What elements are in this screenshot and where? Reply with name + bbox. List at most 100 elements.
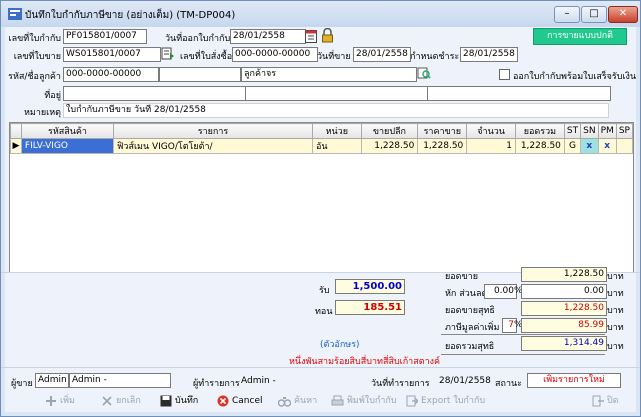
grid-indicator-header xyxy=(10,123,22,139)
printer-icon xyxy=(331,395,344,405)
seller-code-field[interactable]: Admin xyxy=(35,373,69,388)
received-field[interactable]: 1,500.00 xyxy=(335,279,405,294)
cell-st[interactable]: G xyxy=(563,138,582,154)
note-field[interactable]: ใบกำกับภาษีขาย วันที่ 28/01/2558 xyxy=(63,103,609,118)
export-invoice-button[interactable]: Export ใบกำกับ xyxy=(406,392,485,410)
close-button[interactable]: ปิด xyxy=(592,392,619,410)
print-with-receipt-label: ออกใบกำกับพร้อมใบเสร็จรับเงิน xyxy=(513,72,637,82)
invoice-no-field[interactable]: PF015801/0007 xyxy=(63,29,147,44)
save-button[interactable]: บันทึก xyxy=(160,392,198,410)
print-invoice-button[interactable]: พิมพ์ใบกำกับ xyxy=(331,392,397,410)
sale-date-field[interactable]: 28/01/2558 xyxy=(353,47,411,62)
column-header[interactable]: ขายปลีก xyxy=(360,123,419,139)
binoculars-icon xyxy=(278,396,291,407)
change-label: ทอน xyxy=(315,307,333,317)
address-field-2[interactable] xyxy=(245,86,429,101)
cell-pm[interactable]: x xyxy=(597,138,617,154)
customer-label: รหัส/ชื่อลูกค้า xyxy=(8,72,61,82)
customer-code-field[interactable]: 000-0000-00000 xyxy=(63,67,159,82)
minimize-icon[interactable]: – xyxy=(554,6,580,23)
main-window: บันทึกใบกำกับภาษีขาย (อย่างเต็ม) (TM-DP0… xyxy=(0,0,641,417)
cell-sn[interactable]: x xyxy=(580,138,599,154)
column-header[interactable]: SP xyxy=(615,123,633,139)
item-grid[interactable]: รหัสสินค้า รายการ หน่วย ขายปลีก ราคาขาย … xyxy=(9,122,634,273)
order-no-field[interactable]: 000-0000-00000 xyxy=(232,47,318,62)
change-field: 185.51 xyxy=(335,300,405,315)
address-field-1[interactable] xyxy=(63,86,247,101)
lock-icon[interactable] xyxy=(321,28,334,43)
column-header[interactable]: หน่วย xyxy=(312,123,362,139)
print-with-receipt-checkbox[interactable] xyxy=(499,69,510,80)
discount-field[interactable]: 0.00 xyxy=(521,284,607,299)
cell-sp[interactable] xyxy=(615,138,633,154)
search-button[interactable]: ค้นหา xyxy=(278,392,317,410)
export-icon xyxy=(406,395,418,406)
sale-no-label: เลขที่ใบขาย xyxy=(13,52,61,62)
currency-label: บาท xyxy=(607,306,624,316)
cell-qty[interactable]: 1 xyxy=(466,138,516,154)
add-icon xyxy=(46,395,56,406)
issue-date-field[interactable]: 28/01/2558 xyxy=(230,29,306,44)
note-label: หมายเหตุ xyxy=(23,108,61,118)
grand-total-field: 1,314.49 xyxy=(521,336,607,351)
column-header[interactable]: ราคาขาย xyxy=(417,123,468,139)
due-date-label: กำหนดชำระ xyxy=(410,52,460,62)
customer-name-field[interactable]: ลูกค้าจร xyxy=(241,67,417,82)
sale-date-label: วันที่ขาย xyxy=(317,52,351,62)
currency-label: บาท xyxy=(607,272,624,282)
amount-text: หนึ่งพันสามร้อยสิบสี่บาทสี่สิบเก้าสตางค์ xyxy=(289,357,441,367)
customer-extra-field[interactable] xyxy=(159,67,241,82)
due-date-field[interactable]: 28/01/2558 xyxy=(460,47,518,62)
customer-search-icon[interactable] xyxy=(417,66,431,80)
cell-desc[interactable]: ฟิวส์เมน VIGO/โตโยต้า/ xyxy=(113,138,313,154)
cancel-item-button[interactable]: ยกเลิก xyxy=(101,392,141,410)
cell-code[interactable]: FILV-VIGO xyxy=(20,138,115,154)
order-no-label: เลขที่ใบสั่งซื้อ xyxy=(180,52,233,62)
net-field: 1,228.50 xyxy=(521,301,607,316)
seller-name-field[interactable]: Admin - xyxy=(69,373,171,388)
discount-pct-field[interactable]: 0.00 xyxy=(484,284,517,299)
cell-price[interactable]: 1,228.50 xyxy=(417,138,468,154)
calendar-icon[interactable] xyxy=(305,29,317,43)
received-label: รับ xyxy=(319,286,330,296)
sale-no-field[interactable]: WS015801/0007 xyxy=(63,47,161,62)
maximize-icon[interactable]: □ xyxy=(581,6,607,23)
total-divider-bottom xyxy=(441,354,605,355)
currency-label: บาท xyxy=(607,289,624,299)
window-title: บันทึกใบกำกับภาษีขาย (อย่างเต็ม) (TM-DP0… xyxy=(25,10,236,21)
column-header[interactable]: จำนวน xyxy=(466,123,516,139)
title-bar: บันทึกใบกำกับภาษีขาย (อย่างเต็ม) (TM-DP0… xyxy=(1,1,640,27)
status-label: สถานะ xyxy=(495,379,522,389)
invoice-no-label: เลขที่ใบกำกับ xyxy=(8,34,61,44)
net-label: ยอดขายสุทธิ xyxy=(445,306,495,316)
add-button[interactable]: เพิ่ม xyxy=(45,392,75,410)
column-header[interactable]: PM xyxy=(597,123,617,139)
x-icon xyxy=(102,395,112,406)
sale-type-button[interactable]: การขายแบบปกติ xyxy=(533,28,627,45)
row-pointer-icon: ▶ xyxy=(10,138,22,154)
cell-retail[interactable]: 1,228.50 xyxy=(360,138,419,154)
grand-total-label: ยอดรวมสุทธิ xyxy=(445,342,495,352)
operator-value: Admin - xyxy=(241,376,276,386)
table-row[interactable]: ▶ FILV-VIGO ฟิวส์เมน VIGO/โตโยต้า/ อัน 1… xyxy=(10,138,633,154)
vat-label: ภาษีมูลค่าเพิ่ม xyxy=(445,323,500,333)
issue-date-label: วันที่ออกใบกำกับ xyxy=(165,34,231,44)
cell-unit[interactable]: อัน xyxy=(312,138,362,154)
cancel-icon xyxy=(217,395,229,406)
column-header[interactable]: SN xyxy=(580,123,599,139)
cell-total[interactable]: 1,228.50 xyxy=(514,138,565,154)
column-header[interactable]: ST xyxy=(563,123,582,139)
lookup-icon[interactable] xyxy=(161,47,175,60)
column-header[interactable]: ยอดรวม xyxy=(514,123,565,139)
footer-divider xyxy=(1,367,640,368)
discount-label: หัก ส่วนลด xyxy=(445,289,488,299)
currency-label: บาท xyxy=(607,342,624,352)
amount-text-label: (ตัวอักษร) xyxy=(320,340,360,350)
column-header[interactable]: รหัสสินค้า xyxy=(20,123,115,139)
address-field-3[interactable] xyxy=(427,86,611,101)
cancel-button[interactable]: Cancel xyxy=(217,392,263,410)
close-window-icon[interactable]: ✕ xyxy=(608,6,638,23)
column-header[interactable]: รายการ xyxy=(113,123,313,139)
subtotal-field: 1,228.50 xyxy=(521,267,607,282)
vat-field: 85.99 xyxy=(521,318,607,333)
